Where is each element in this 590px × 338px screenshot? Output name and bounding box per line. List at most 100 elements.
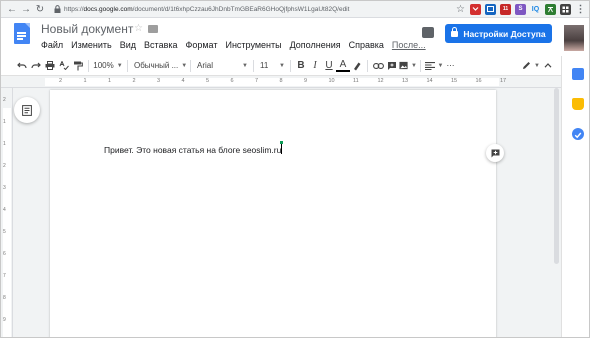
- ruler-number: 2: [3, 97, 6, 103]
- ruler-number: 3: [157, 78, 161, 84]
- link-icon[interactable]: [371, 59, 385, 73]
- ruler-number: 9: [304, 78, 308, 84]
- underline-icon[interactable]: U: [322, 59, 336, 73]
- menu-insert[interactable]: Вставка: [144, 40, 177, 50]
- document-title[interactable]: Новый документ: [41, 22, 133, 36]
- ruler-number: 2: [3, 163, 6, 169]
- ext-iq-icon[interactable]: IQ: [530, 4, 541, 15]
- menu-dots-icon[interactable]: ⋮: [575, 4, 586, 15]
- paint-format-icon[interactable]: [71, 59, 85, 73]
- menu-format[interactable]: Формат: [186, 40, 218, 50]
- menu-edit[interactable]: Изменить: [71, 40, 112, 50]
- document-page[interactable]: Привет. Это новая статья на блоге seosli…: [50, 90, 496, 337]
- ruler-number: 5: [206, 78, 210, 84]
- menu-view[interactable]: Вид: [120, 40, 136, 50]
- address-bar[interactable]: https://docs.google.com/document/d/1t6xh…: [64, 6, 451, 13]
- divider: [127, 59, 128, 72]
- font-value: Arial: [197, 61, 214, 70]
- menu-help[interactable]: Справка: [349, 40, 384, 50]
- ruler-number: 15: [451, 78, 458, 84]
- zoom-select[interactable]: 100% ▼: [92, 59, 124, 73]
- folder-icon[interactable]: [148, 25, 158, 33]
- bold-icon[interactable]: B: [294, 59, 308, 73]
- browser-bar: ← → ↻ https://docs.google.com/document/d…: [1, 1, 589, 18]
- divider: [290, 59, 291, 72]
- chevron-down-icon: ▼: [437, 62, 444, 69]
- print-icon[interactable]: [43, 59, 57, 73]
- pocket-icon[interactable]: [470, 3, 481, 15]
- ruler-number: 8: [279, 78, 283, 84]
- tasks-icon[interactable]: [572, 128, 584, 140]
- more-options-icon[interactable]: ⋯: [444, 59, 458, 73]
- editing-mode-icon[interactable]: ▼: [521, 59, 541, 73]
- calendar-ext-icon[interactable]: 11: [500, 3, 511, 15]
- lock-share-icon: [451, 26, 459, 37]
- chevron-down-icon: ▼: [534, 62, 540, 69]
- ruler-number: 6: [3, 251, 6, 257]
- comments-icon[interactable]: [422, 27, 434, 38]
- text-color-icon[interactable]: A: [336, 59, 350, 72]
- ruler-number: 5: [3, 229, 6, 235]
- star-icon[interactable]: ☆: [455, 4, 466, 15]
- vertical-scrollbar[interactable]: [554, 88, 559, 264]
- document-outline-button[interactable]: [14, 97, 40, 123]
- ruler-number: 8: [3, 295, 6, 301]
- insert-image-icon[interactable]: ▼: [399, 59, 417, 73]
- text-cursor: [280, 141, 284, 154]
- avatar[interactable]: [564, 25, 584, 51]
- ext-grid-icon[interactable]: [560, 3, 571, 15]
- ruler-number: 3: [3, 185, 6, 191]
- divider: [367, 59, 368, 72]
- docs-header: Новый документ ☆ Файл Изменить Вид Встав…: [1, 18, 589, 56]
- menu-bar: Файл Изменить Вид Вставка Формат Инструм…: [41, 40, 434, 50]
- spellcheck-icon[interactable]: [57, 59, 71, 73]
- menu-addons[interactable]: Дополнения: [290, 40, 341, 50]
- undo-icon[interactable]: [15, 59, 29, 73]
- star-title-icon[interactable]: ☆: [134, 23, 143, 34]
- calendar-icon[interactable]: [572, 68, 584, 80]
- calendar-ext-badge: 11: [502, 6, 509, 12]
- image-ext-icon[interactable]: [485, 3, 496, 15]
- collapse-menus-icon[interactable]: [541, 59, 555, 73]
- redo-icon[interactable]: [29, 59, 43, 73]
- font-size-select[interactable]: 11 ▼: [257, 59, 287, 73]
- chevron-down-icon: ▼: [242, 62, 248, 69]
- ruler-number: 1: [3, 119, 6, 125]
- style-select[interactable]: Обычный ... ▼: [131, 59, 187, 73]
- last-edit-link[interactable]: После...: [392, 40, 426, 50]
- font-select[interactable]: Arial ▼: [194, 59, 250, 73]
- ext-iq-label: IQ: [531, 5, 540, 13]
- document-body[interactable]: Привет. Это новая статья на блоге seosli…: [104, 141, 284, 155]
- ruler-number: 1: [83, 78, 87, 84]
- back-icon[interactable]: ←: [6, 3, 18, 15]
- ruler-number: 4: [3, 207, 6, 213]
- keep-icon[interactable]: [572, 98, 584, 110]
- ruler-number: 1: [3, 141, 6, 147]
- docs-logo-icon[interactable]: [14, 23, 30, 44]
- menu-file[interactable]: Файл: [41, 40, 63, 50]
- insert-comment-icon[interactable]: [385, 59, 399, 73]
- ext-s-icon[interactable]: S: [515, 3, 526, 15]
- ruler-number: 10: [328, 78, 335, 84]
- share-label: Настройки Доступа: [463, 28, 546, 39]
- menu-tools[interactable]: Инструменты: [225, 40, 281, 50]
- url-prefix: https://: [64, 5, 84, 13]
- ruler-number: 17: [500, 78, 507, 84]
- highlight-icon[interactable]: [350, 59, 364, 73]
- ruler-number: 4: [181, 78, 185, 84]
- ruler-number: 12: [377, 78, 384, 84]
- align-icon[interactable]: ▼: [424, 59, 444, 73]
- add-comment-button[interactable]: [486, 144, 504, 162]
- share-button[interactable]: Настройки Доступа: [445, 24, 552, 43]
- ruler-number: 2: [59, 78, 63, 84]
- side-panel: [561, 56, 589, 337]
- horizontal-ruler[interactable]: 2 1 1 2 3 4 5 6 7 8 9 10 11 12 13 14 15 16 17: [1, 76, 561, 88]
- ruler-number: 6: [230, 78, 234, 84]
- reload-icon[interactable]: ↻: [34, 3, 46, 15]
- ruler-number: 9: [3, 317, 6, 323]
- vertical-ruler[interactable]: 2112345678910: [1, 88, 13, 337]
- translate-icon[interactable]: [545, 3, 556, 15]
- forward-icon[interactable]: →: [20, 3, 32, 15]
- ruler-number: 7: [255, 78, 259, 84]
- italic-icon[interactable]: I: [308, 59, 322, 73]
